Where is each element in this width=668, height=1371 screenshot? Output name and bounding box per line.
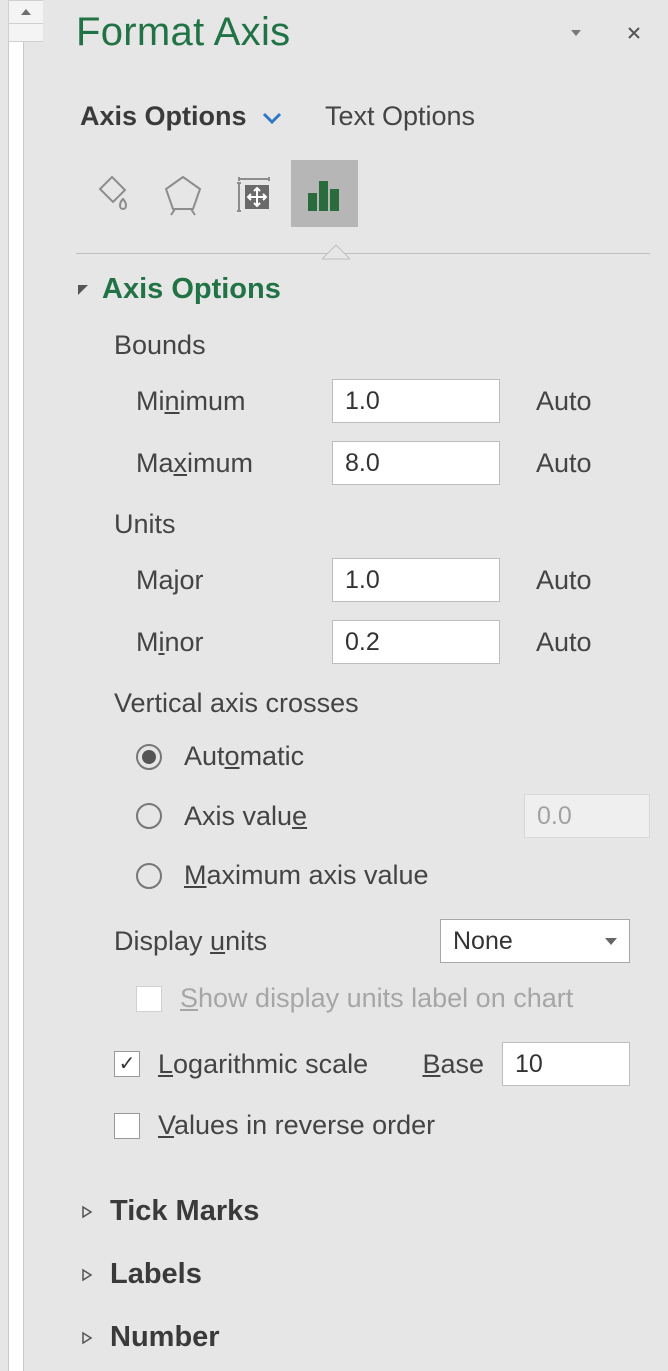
crosses-max-radio[interactable] (136, 863, 162, 889)
crosses-automatic-radio[interactable] (136, 744, 162, 770)
section-axis-options-title: Axis Options (102, 273, 281, 306)
units-minor-label: Minor (136, 627, 332, 658)
expand-icon (80, 1331, 94, 1345)
bounds-min-reset[interactable]: Auto (536, 386, 592, 417)
display-units-label: Display units (114, 926, 267, 957)
show-display-units-label: Show display units label on chart (180, 983, 573, 1014)
log-base-label: Base (422, 1049, 484, 1080)
log-base-input[interactable] (502, 1042, 630, 1086)
fill-icon[interactable] (78, 160, 145, 227)
log-scale-label: Logarithmic scale (158, 1049, 368, 1080)
show-display-units-checkbox (136, 986, 162, 1012)
vertical-ruler (8, 42, 24, 1371)
tab-axis-options[interactable]: Axis Options (80, 101, 247, 131)
bounds-min-input[interactable] (332, 379, 500, 423)
format-axis-pane: Format Axis Axis Options Text Options (48, 0, 668, 1371)
display-units-value: None (453, 927, 513, 956)
section-labels-title: Labels (110, 1258, 202, 1291)
units-minor-input[interactable] (332, 620, 500, 664)
pane-title: Format Axis (76, 10, 290, 55)
units-major-reset[interactable]: Auto (536, 565, 592, 596)
section-axis-options-header[interactable]: Axis Options (76, 273, 650, 306)
units-heading: Units (76, 509, 650, 540)
collapse-icon (76, 283, 90, 297)
section-number-title: Number (110, 1321, 220, 1354)
expand-icon (80, 1268, 94, 1282)
log-scale-checkbox[interactable] (114, 1051, 140, 1077)
crosses-automatic-label: Automatic (184, 741, 304, 772)
category-divider (76, 241, 650, 269)
crosses-axis-value-radio[interactable] (136, 803, 162, 829)
pane-header: Format Axis (76, 10, 650, 55)
size-properties-icon[interactable] (220, 160, 287, 227)
effects-icon[interactable] (149, 160, 216, 227)
bounds-max-label: Maximum (136, 448, 332, 479)
format-category-icons (76, 160, 650, 227)
bounds-heading: Bounds (76, 330, 650, 361)
crosses-max-label: Maximum axis value (184, 860, 429, 891)
reverse-order-checkbox[interactable] (114, 1113, 140, 1139)
left-scrollbar-strip (0, 0, 43, 1371)
bounds-min-label: Minimum (136, 386, 332, 417)
bounds-max-input[interactable] (332, 441, 500, 485)
tab-text-options[interactable]: Text Options (325, 101, 475, 132)
axis-options-dropdown[interactable] (261, 112, 283, 129)
section-tick-marks-header[interactable]: Tick Marks (76, 1195, 650, 1228)
bounds-max-reset[interactable]: Auto (536, 448, 592, 479)
units-major-input[interactable] (332, 558, 500, 602)
crosses-axis-value-input (524, 794, 650, 838)
scroll-up-button[interactable] (8, 0, 44, 24)
pane-close-button[interactable] (622, 21, 646, 45)
section-tick-marks-title: Tick Marks (110, 1195, 259, 1228)
axis-options-icon[interactable] (291, 160, 358, 227)
units-minor-reset[interactable]: Auto (536, 627, 592, 658)
pane-menu-button[interactable] (564, 21, 588, 45)
expand-icon (80, 1205, 94, 1219)
crosses-heading: Vertical axis crosses (76, 688, 650, 719)
option-category-tabs: Axis Options Text Options (76, 101, 650, 132)
reverse-order-label: Values in reverse order (158, 1110, 435, 1141)
crosses-axis-value-label: Axis value (184, 801, 307, 832)
units-major-label: Major (136, 565, 332, 596)
section-labels-header[interactable]: Labels (76, 1258, 650, 1291)
section-number-header[interactable]: Number (76, 1321, 650, 1354)
display-units-select[interactable]: None (440, 919, 630, 963)
scroll-track[interactable] (8, 24, 44, 42)
